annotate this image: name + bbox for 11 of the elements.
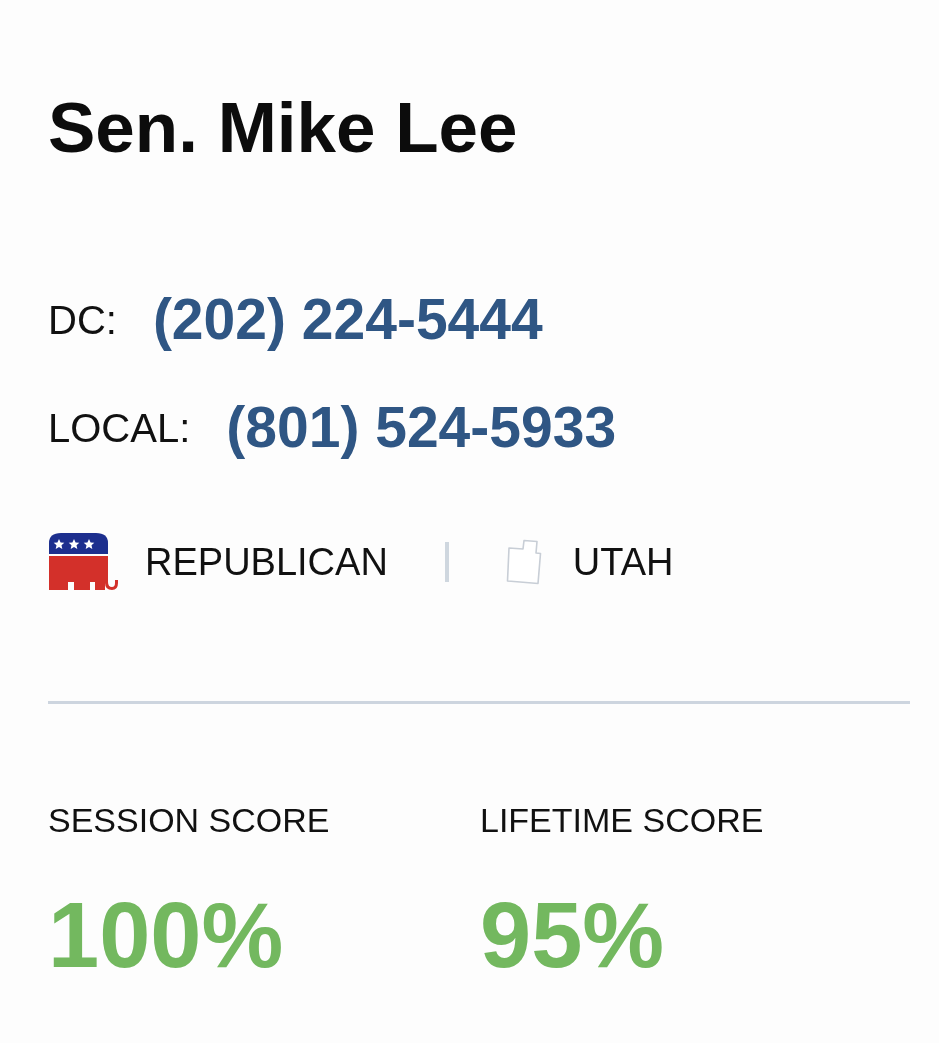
phone-label: LOCAL: xyxy=(48,407,191,448)
score-value: 100% xyxy=(48,889,284,981)
state-outline-icon xyxy=(505,538,542,585)
party-label: REPUBLICAN xyxy=(145,542,388,581)
phone-label: DC: xyxy=(48,299,117,340)
score-label: LIFETIME SCORE xyxy=(480,803,764,837)
senator-name: Sen. Mike Lee xyxy=(48,92,518,163)
score-value: 95% xyxy=(480,889,665,981)
score-label: SESSION SCORE xyxy=(48,803,330,837)
state-label: UTAH xyxy=(572,542,674,581)
elephant-icon xyxy=(48,532,118,591)
